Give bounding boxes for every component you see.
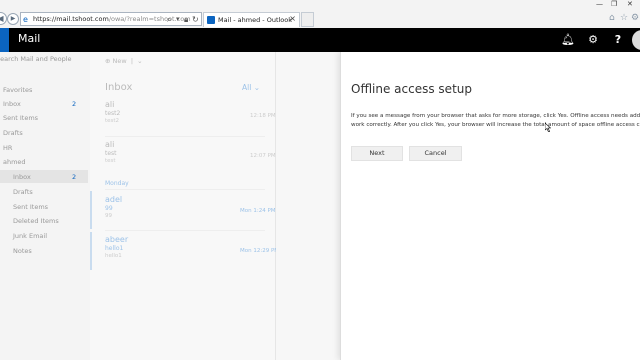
close-window-icon[interactable]: ✕	[627, 0, 633, 9]
back-button[interactable]: ◀	[0, 12, 7, 25]
new-message-button[interactable]: ⊕ New | ⌄	[105, 57, 143, 65]
maximize-icon[interactable]: ❐	[611, 0, 617, 9]
timestamp: Mon 12:29 PM	[240, 248, 280, 254]
avatar[interactable]	[632, 30, 640, 50]
unread-indicator	[90, 191, 92, 229]
subject: test	[105, 150, 117, 157]
sender: ali	[105, 140, 115, 149]
timestamp: Mon 1:24 PM	[240, 208, 276, 214]
timestamp: 12:07 PM	[250, 153, 276, 159]
mouse-cursor-icon	[545, 123, 551, 132]
folder-drafts[interactable]: Drafts	[13, 188, 33, 196]
search-input[interactable]: Search Mail and People	[0, 55, 72, 63]
cancel-button[interactable]: Cancel	[409, 146, 462, 161]
folder-inbox[interactable]: Inbox	[13, 173, 31, 181]
gear-icon[interactable]: ⚙	[581, 28, 605, 52]
subject: test2	[105, 110, 121, 117]
lock-icon[interactable]: 🔒︎	[184, 14, 188, 25]
preview: test2	[105, 118, 120, 124]
folder-favorites-inbox[interactable]: Inbox	[3, 100, 21, 108]
subject: hello1	[105, 245, 124, 252]
unread-indicator	[90, 232, 92, 270]
sender: abeer	[105, 235, 129, 244]
divider	[105, 136, 265, 137]
folder-pane: Search Mail and People Favorites Inbox 2…	[0, 52, 90, 360]
subject: 99	[105, 205, 113, 212]
page-icon: e	[23, 15, 28, 24]
app-launcher-icon[interactable]	[0, 28, 9, 52]
tab-mail[interactable]: Mail - ahmed - Outlook ×	[203, 12, 300, 27]
new-tab-button[interactable]	[301, 12, 314, 27]
list-title: Inbox	[105, 82, 133, 93]
folder-junk-email[interactable]: Junk Email	[13, 232, 47, 240]
home-icon[interactable]: ⌂	[609, 13, 615, 23]
list-item[interactable]: ali test test 12:07 PM	[105, 140, 276, 164]
dialog-text-line: If you see a message from your browser t…	[351, 113, 640, 119]
dialog-text-line: work correctly. After you click Yes, you…	[351, 122, 640, 128]
dialog-body: If you see a message from your browser t…	[351, 112, 640, 130]
settings-gear-icon[interactable]: ⚙	[631, 13, 639, 23]
forward-button[interactable]: ▶	[7, 13, 19, 25]
divider	[105, 189, 265, 190]
help-icon[interactable]: ?	[606, 28, 630, 52]
browser-chrome: — ❐ ✕ ◀ ▶ e https://mail.tshoot.com/owa/…	[0, 0, 640, 28]
bell-icon[interactable]: 🔔︎	[556, 28, 580, 52]
refresh-icon[interactable]: ↻	[192, 14, 199, 25]
folder-deleted-items[interactable]: Deleted Items	[13, 217, 59, 225]
folder-favorites-sent[interactable]: Sent Items	[3, 114, 38, 122]
suite-bar: Mail 🔔︎ ⚙ ?	[0, 28, 640, 52]
list-item[interactable]: ali test2 test2 12:18 PM	[105, 100, 276, 124]
group-header: Monday	[105, 180, 129, 187]
preview: hello1	[105, 253, 122, 259]
tab-close-icon[interactable]: ×	[289, 14, 296, 23]
favorites-header[interactable]: Favorites	[3, 86, 32, 94]
sender: ali	[105, 100, 115, 109]
favorites-star-icon[interactable]: ☆	[620, 13, 628, 23]
folder-notes[interactable]: Notes	[13, 247, 32, 255]
folder-sent-items[interactable]: Sent Items	[13, 203, 48, 211]
app-title: Mail	[18, 32, 41, 45]
filter-dropdown[interactable]: All ⌄	[242, 83, 260, 92]
sender: adel	[105, 195, 123, 204]
message-list: ⊕ New | ⌄ Inbox All ⌄ ali test2 test2 12…	[90, 52, 279, 360]
screen: — ❐ ✕ ◀ ▶ e https://mail.tshoot.com/owa/…	[0, 0, 640, 360]
divider	[105, 230, 265, 231]
unread-count-badge: 2	[72, 100, 77, 108]
minimize-icon[interactable]: —	[596, 0, 603, 9]
timestamp: 12:18 PM	[250, 113, 276, 119]
next-button[interactable]: Next	[351, 146, 403, 161]
account-header[interactable]: ahmed	[3, 158, 26, 166]
outlook-favicon-icon	[207, 16, 215, 24]
unread-count-badge: 2	[72, 173, 77, 181]
preview: test	[105, 158, 116, 164]
list-item[interactable]: abeer hello1 hello1 Mon 12:29 PM	[105, 235, 279, 259]
list-item[interactable]: adel 99 99 Mon 1:24 PM	[105, 195, 276, 219]
preview: 99	[105, 213, 112, 219]
search-icon[interactable]: ⌕	[167, 14, 171, 25]
folder-favorites-drafts[interactable]: Drafts	[3, 129, 23, 137]
offline-setup-dialog: Offline access setup If you see a messag…	[340, 52, 640, 360]
address-bar[interactable]: e https://mail.tshoot.com/owa/?realm=tsh…	[20, 12, 202, 26]
dropdown-icon[interactable]: ▾	[176, 14, 180, 25]
reading-pane	[276, 52, 340, 360]
folder-hr[interactable]: HR	[3, 144, 12, 152]
tab-title: Mail - ahmed - Outlook	[218, 16, 293, 24]
dialog-title: Offline access setup	[351, 82, 472, 96]
